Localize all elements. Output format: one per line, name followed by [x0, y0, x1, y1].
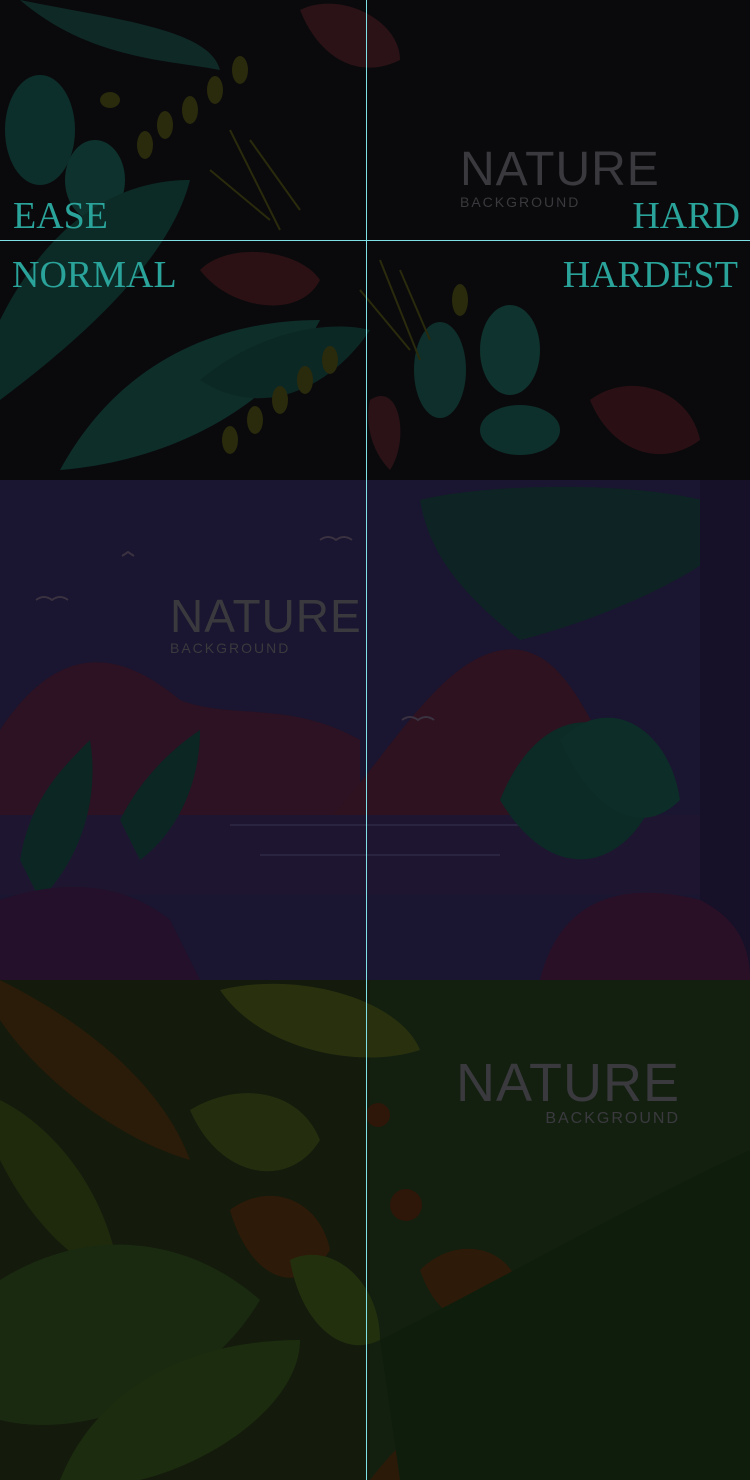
watermark-title: NATURE	[455, 1053, 680, 1113]
vertical-divider	[366, 0, 367, 1480]
lake-mountains-illustration	[0, 480, 750, 980]
tropical-background-panel: NATURE BACKGROUND	[0, 980, 750, 1480]
difficulty-hard-zone[interactable]: HARD	[367, 0, 750, 240]
difficulty-hard-label: HARD	[632, 195, 740, 237]
watermark-subtitle: BACKGROUND	[170, 640, 291, 656]
nature-watermark: NATURE BACKGROUND	[170, 592, 362, 656]
horizontal-divider	[0, 240, 750, 241]
difficulty-ease-label: EASE	[13, 195, 108, 237]
difficulty-hardest-zone[interactable]: HARDEST	[367, 241, 750, 480]
nature-watermark: NATURE BACKGROUND	[454, 1056, 680, 1128]
difficulty-ease-zone[interactable]: EASE	[0, 0, 366, 240]
difficulty-hardest-label: HARDEST	[562, 254, 738, 296]
watermark-title: NATURE	[170, 590, 362, 642]
difficulty-normal-zone[interactable]: NORMAL	[0, 241, 366, 480]
difficulty-normal-label: NORMAL	[12, 254, 177, 296]
lake-background-panel: NATURE BACKGROUND	[0, 480, 750, 980]
